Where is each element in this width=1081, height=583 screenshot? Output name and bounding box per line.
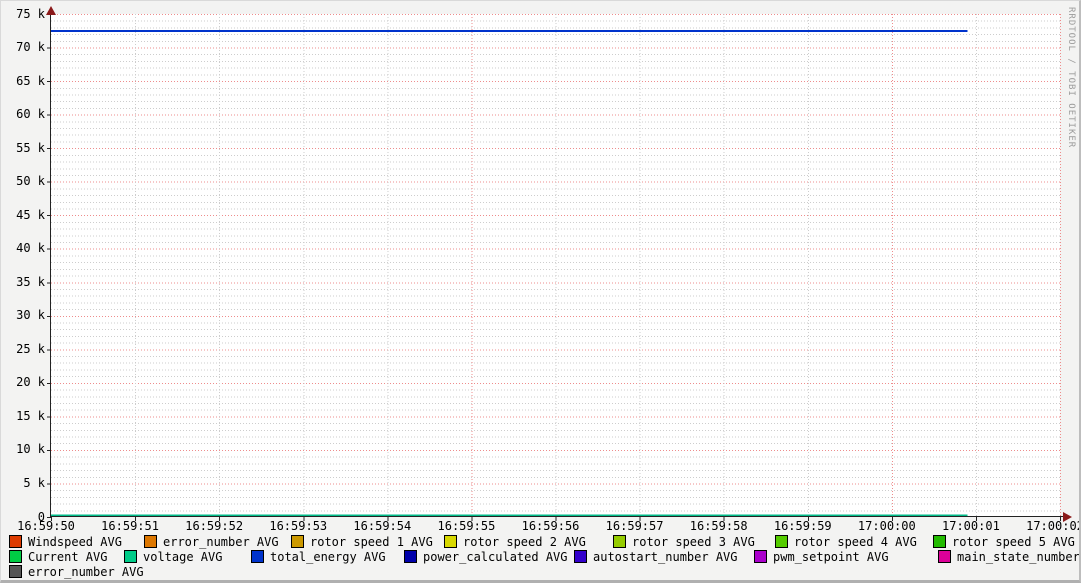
legend-swatch-icon: [251, 550, 264, 563]
x-tick-label: 17:00:02: [1026, 519, 1081, 533]
legend-swatch-icon: [9, 565, 22, 578]
y-tick-label: 70 k: [16, 40, 45, 55]
legend-label: voltage AVG: [143, 549, 223, 564]
legend-swatch-icon: [574, 550, 587, 563]
legend-label: power_calculated AVG: [423, 549, 568, 564]
rrdtool-graph: 05 k 10 k 15 k 20 k 25 k 30 k 35 k 40 k 45 k 50 k…: [0, 0, 1081, 583]
legend-swatch-icon: [291, 535, 304, 548]
legend-item-error-number-avg: error_number AVG: [9, 564, 144, 579]
legend-item-total-energy-avg: total_energy AVG: [251, 549, 386, 564]
x-tick-label: 16:59:55: [437, 519, 496, 533]
legend-item-autostart-number-avg: autostart_number AVG: [574, 549, 738, 564]
y-tick-label: 30 k: [16, 308, 45, 323]
legend-swatch-icon: [9, 550, 22, 563]
y-tick-label: 15 k: [16, 408, 45, 423]
x-tick-label: 16:59:57: [605, 519, 664, 533]
rrdtool-watermark: RRDTOOL / TOBI OETIKER: [1066, 7, 1076, 149]
legend-item-pwm-setpoint-avg: pwm_setpoint AVG: [754, 549, 889, 564]
x-tick-label: 16:59:52: [185, 519, 244, 533]
y-axis-arrow-icon: [46, 6, 56, 15]
y-tick-label: 75 k: [16, 6, 45, 21]
legend-label: error_number AVG: [163, 534, 279, 549]
legend-item-current-avg: Current AVG: [9, 549, 107, 564]
x-tick-label: 16:59:51: [101, 519, 159, 533]
legend-label: autostart_number AVG: [593, 549, 738, 564]
legend-label: main_state_number AVG: [957, 549, 1080, 564]
legend-label: rotor speed 1 AVG: [310, 534, 433, 549]
y-tick-label: 35 k: [16, 274, 45, 289]
legend-swatch-icon: [144, 535, 157, 548]
x-tick-label: 16:59:59: [773, 519, 832, 533]
y-tick-label: 25 k: [16, 341, 45, 356]
legend-item-voltage-avg: voltage AVG: [124, 549, 222, 564]
y-tick-label: 5 k: [23, 475, 45, 490]
legend-label: Current AVG: [28, 549, 108, 564]
legend-swatch-icon: [124, 550, 137, 563]
x-tick-label: 16:59:58: [689, 519, 748, 533]
legend-label: rotor speed 2 AVG: [463, 534, 586, 549]
legend-swatch-icon: [404, 550, 417, 563]
y-tick-label: 20 k: [16, 375, 45, 390]
y-tick-label: 55 k: [16, 140, 45, 155]
chart-grid-and-series: [47, 14, 1061, 521]
legend-swatch-icon: [444, 535, 457, 548]
legend-item-rotor-speed-4-avg: rotor speed 4 AVG: [775, 534, 917, 549]
x-tick-label: 16:59:53: [269, 519, 328, 533]
legend-swatch-icon: [938, 550, 951, 563]
y-tick-label: 65 k: [16, 73, 45, 88]
legend-item-rotor-speed-3-avg: rotor speed 3 AVG: [613, 534, 755, 549]
legend-row: error_number AVG: [1, 564, 1079, 579]
y-tick-label: 60 k: [16, 107, 45, 122]
legend-item-rotor-speed-1-avg: rotor speed 1 AVG: [291, 534, 433, 549]
legend-swatch-icon: [9, 535, 22, 548]
legend-swatch-icon: [775, 535, 788, 548]
x-tick-label: 16:59:50: [17, 519, 75, 533]
y-axis-line: [50, 11, 51, 517]
legend-row: Windspeed AVG error_number AVG rotor speed…: [1, 534, 1079, 549]
legend-row: Current AVG voltage AVG total_energy AVG po…: [1, 549, 1080, 564]
legend-swatch-icon: [613, 535, 626, 548]
y-tick-label: 50 k: [16, 174, 45, 189]
y-tick-label: 45 k: [16, 207, 45, 222]
legend-swatch-icon: [933, 535, 946, 548]
legend-label: rotor speed 4 AVG: [794, 534, 917, 549]
x-tick-label: 16:59:56: [521, 519, 580, 533]
legend-label: pwm_setpoint AVG: [773, 549, 889, 564]
legend-item-rotor-speed-5-avg: rotor speed 5 AVG: [933, 534, 1075, 549]
x-tick-label: 17:00:01: [942, 519, 1000, 533]
legend-label: total_energy AVG: [270, 549, 386, 564]
x-tick-label: 16:59:54: [353, 519, 412, 533]
legend-swatch-icon: [754, 550, 767, 563]
legend-item-power-calculated-avg: power_calculated AVG: [404, 549, 568, 564]
legend-item-rotor-speed-2-avg: rotor speed 2 AVG: [444, 534, 586, 549]
x-tick-label: 17:00:00: [857, 519, 916, 533]
legend-label: Windspeed AVG: [28, 534, 122, 549]
legend-label: rotor speed 3 AVG: [632, 534, 755, 549]
y-tick-label: 40 k: [16, 241, 45, 256]
legend-label: error_number AVG: [28, 564, 144, 579]
x-axis-line: [51, 516, 1065, 517]
legend-label: rotor speed 5 AVG: [952, 534, 1075, 549]
legend-item-error-number-avg: error_number AVG: [144, 534, 279, 549]
y-tick-label: 10 k: [16, 442, 45, 457]
legend-item-main-state-number-avg: main_state_number AVG: [938, 549, 1080, 564]
legend-item-windspeed-avg: Windspeed AVG: [9, 534, 122, 549]
